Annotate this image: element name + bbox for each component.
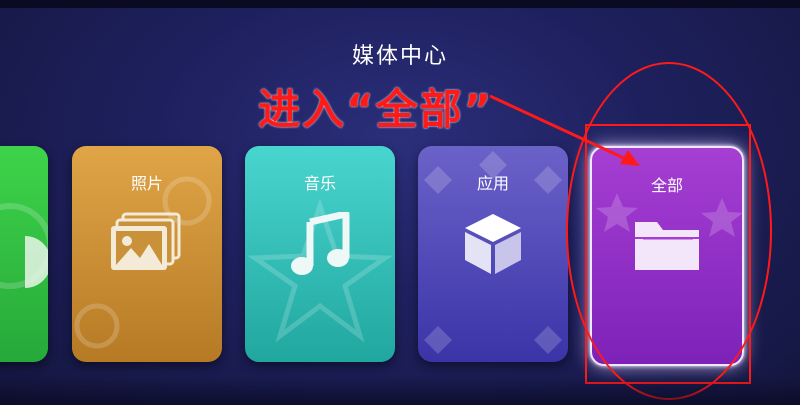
annotation-arrow-icon [489,94,640,166]
floor-shadow [0,376,800,405]
media-center-screen: 媒体中心 进入“全部” 照片 音乐 应用 全部 [0,0,800,405]
